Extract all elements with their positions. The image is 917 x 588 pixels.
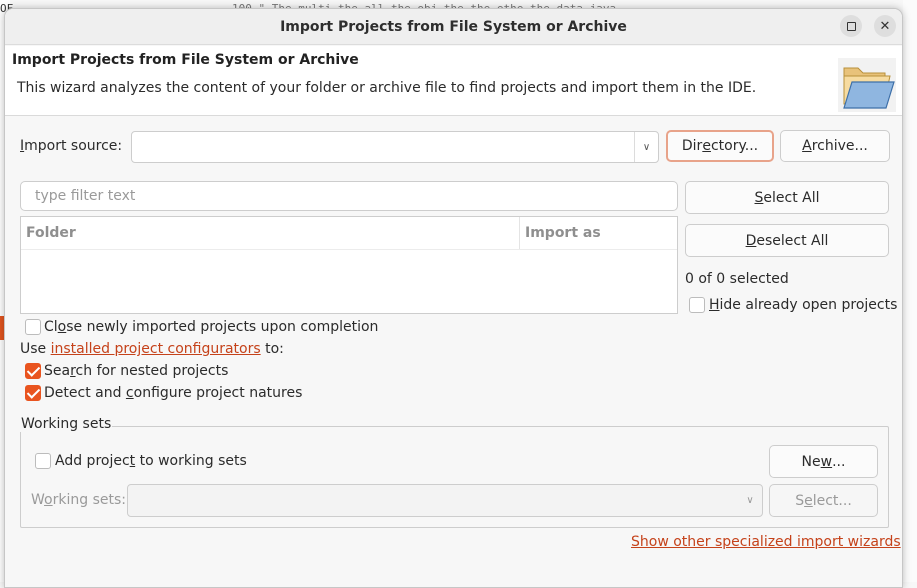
projects-table[interactable]: Folder Import as [20,216,678,314]
to-text: to: [265,341,284,357]
select-working-sets-button[interactable]: Se lect... [769,484,878,517]
detect-natures-label[interactable]: Detect and configure project natures [44,385,302,401]
wizard-title: Import Projects from File System or Arch… [12,52,359,68]
add-to-working-sets-checkbox[interactable] [35,453,51,469]
import-dialog: Import Projects from File System or Arch… [4,8,903,588]
window-title: Import Projects from File System or Arch… [280,18,627,35]
import-source-combo[interactable]: ∨ [131,131,659,163]
hide-open-projects-checkbox[interactable] [689,297,705,313]
wizard-description: This wizard analyzes the content of your… [17,80,757,96]
archive-button[interactable]: Archive... [780,130,890,162]
maximize-button[interactable] [840,15,862,37]
working-sets-legend: Working sets [20,416,113,432]
close-imported-checkbox[interactable] [25,319,41,335]
chevron-down-icon[interactable]: ∨ [634,132,658,162]
new-working-set-button[interactable]: Ne w... [769,445,878,478]
background-right-edge [903,0,917,582]
close-imported-label[interactable]: Close newly imported projects upon compl… [44,319,378,335]
close-button[interactable]: ✕ [874,15,896,37]
hide-open-projects-label[interactable]: Hide already open projects [709,297,897,313]
deselect-all-button[interactable]: Deselect All [685,224,889,257]
add-to-working-sets-label[interactable]: Add project to working sets [55,453,247,469]
working-sets-label: Working sets: [31,492,126,508]
installed-configurators-link[interactable]: installed project configurators [51,341,261,357]
import-source-label: Import source: [20,138,123,154]
working-sets-combo[interactable]: ∨ [127,484,763,517]
table-header-divider [21,249,677,250]
column-header-folder[interactable]: Folder [21,217,520,249]
close-icon: ✕ [879,18,891,34]
configurators-line: Use installed project configurators to: [20,341,284,357]
use-text: Use [20,341,47,357]
wizard-header: Import Projects from File System or Arch… [5,46,902,116]
folder-icon [838,58,896,112]
specialized-wizards-link-container: Show other specialized import wizards [631,534,901,550]
column-header-import-as[interactable]: Import as [520,217,677,249]
selection-status: 0 of 0 selected [685,271,789,287]
filter-input[interactable] [20,181,678,211]
specialized-wizards-link[interactable]: Show other specialized import wizards [631,534,901,550]
detect-natures-checkbox[interactable] [25,385,41,401]
chevron-down-icon[interactable]: ∨ [738,485,762,516]
maximize-icon [846,21,856,31]
titlebar: Import Projects from File System or Arch… [5,9,902,45]
search-nested-checkbox[interactable] [25,363,41,379]
search-nested-label[interactable]: Search for nested projects [44,363,228,379]
directory-button[interactable]: Dir e ctory... [666,130,774,162]
select-all-button[interactable]: Select All [685,181,889,214]
